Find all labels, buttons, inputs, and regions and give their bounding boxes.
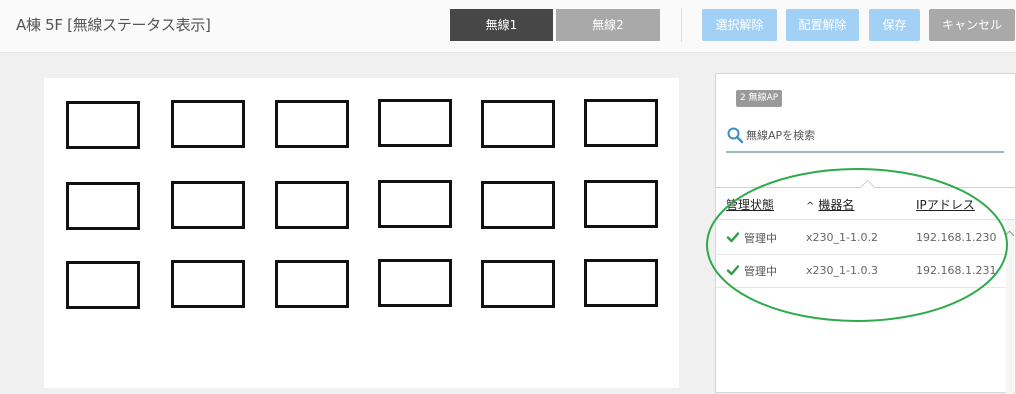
search-underline: [726, 151, 1004, 153]
floor-plan-canvas[interactable]: [44, 78, 679, 388]
status-cell: 管理中: [744, 265, 777, 278]
status-cell: 管理中: [744, 232, 777, 245]
ip-address-cell: 192.168.1.231: [916, 264, 997, 277]
check-icon: [726, 232, 740, 243]
column-header-ip[interactable]: IPアドレス: [916, 196, 975, 213]
search-icon: [727, 127, 744, 144]
page-title: A棟 5F [無線ステータス表示]: [16, 16, 211, 34]
unplace-button[interactable]: 配置解除: [786, 9, 859, 41]
ap-count-badge: 2 無線AP: [736, 90, 783, 107]
ap-marker[interactable]: [66, 101, 140, 149]
ap-marker[interactable]: [275, 100, 349, 148]
tab-wireless-1[interactable]: 無線1: [450, 9, 553, 41]
column-header-name[interactable]: ^ 機器名: [806, 196, 854, 213]
ap-marker[interactable]: [275, 181, 349, 229]
ap-marker[interactable]: [481, 100, 555, 148]
table-row[interactable]: 管理中 x230_1-1.0.2 192.168.1.230: [716, 222, 1006, 255]
ap-search-input[interactable]: [746, 124, 1001, 146]
ap-marker[interactable]: [481, 181, 555, 229]
check-icon: [726, 265, 740, 276]
list-caret: [859, 179, 876, 196]
ap-list-panel: 2 無線AP 管理状態 ^機器名 IPアドレス 管理中 x230_1-1.0.2…: [715, 73, 1016, 394]
ap-marker[interactable]: [275, 260, 349, 308]
ap-marker[interactable]: [171, 260, 245, 308]
tab-wireless-2[interactable]: 無線2: [556, 9, 660, 41]
sort-ascending-icon: ^: [806, 201, 815, 212]
save-button[interactable]: 保存: [869, 9, 920, 41]
header-divider: [716, 219, 1015, 220]
ap-marker[interactable]: [378, 99, 452, 147]
table-row[interactable]: 管理中 x230_1-1.0.3 192.168.1.231: [716, 255, 1006, 288]
toolbar: A棟 5F [無線ステータス表示] 無線1 無線2 選択解除 配置解除 保存 キ…: [0, 0, 1016, 53]
column-header-name-label: 機器名: [818, 198, 855, 212]
ap-marker[interactable]: [584, 180, 658, 228]
ap-marker[interactable]: [584, 99, 658, 147]
deselect-button[interactable]: 選択解除: [702, 9, 777, 41]
column-header-status[interactable]: 管理状態: [726, 196, 774, 213]
list-scrollbar[interactable]: [1006, 220, 1014, 394]
ap-marker[interactable]: [378, 180, 452, 228]
toolbar-divider: [681, 8, 682, 42]
ap-marker[interactable]: [66, 182, 140, 230]
ap-marker[interactable]: [66, 261, 140, 309]
ap-marker[interactable]: [171, 100, 245, 148]
ap-marker[interactable]: [171, 181, 245, 229]
cancel-button[interactable]: キャンセル: [929, 9, 1015, 41]
device-name-cell: x230_1-1.0.3: [806, 264, 878, 277]
ip-address-cell: 192.168.1.230: [916, 231, 997, 244]
ap-marker[interactable]: [584, 259, 658, 307]
ap-marker[interactable]: [481, 260, 555, 308]
ap-marker[interactable]: [378, 259, 452, 307]
device-name-cell: x230_1-1.0.2: [806, 231, 878, 244]
